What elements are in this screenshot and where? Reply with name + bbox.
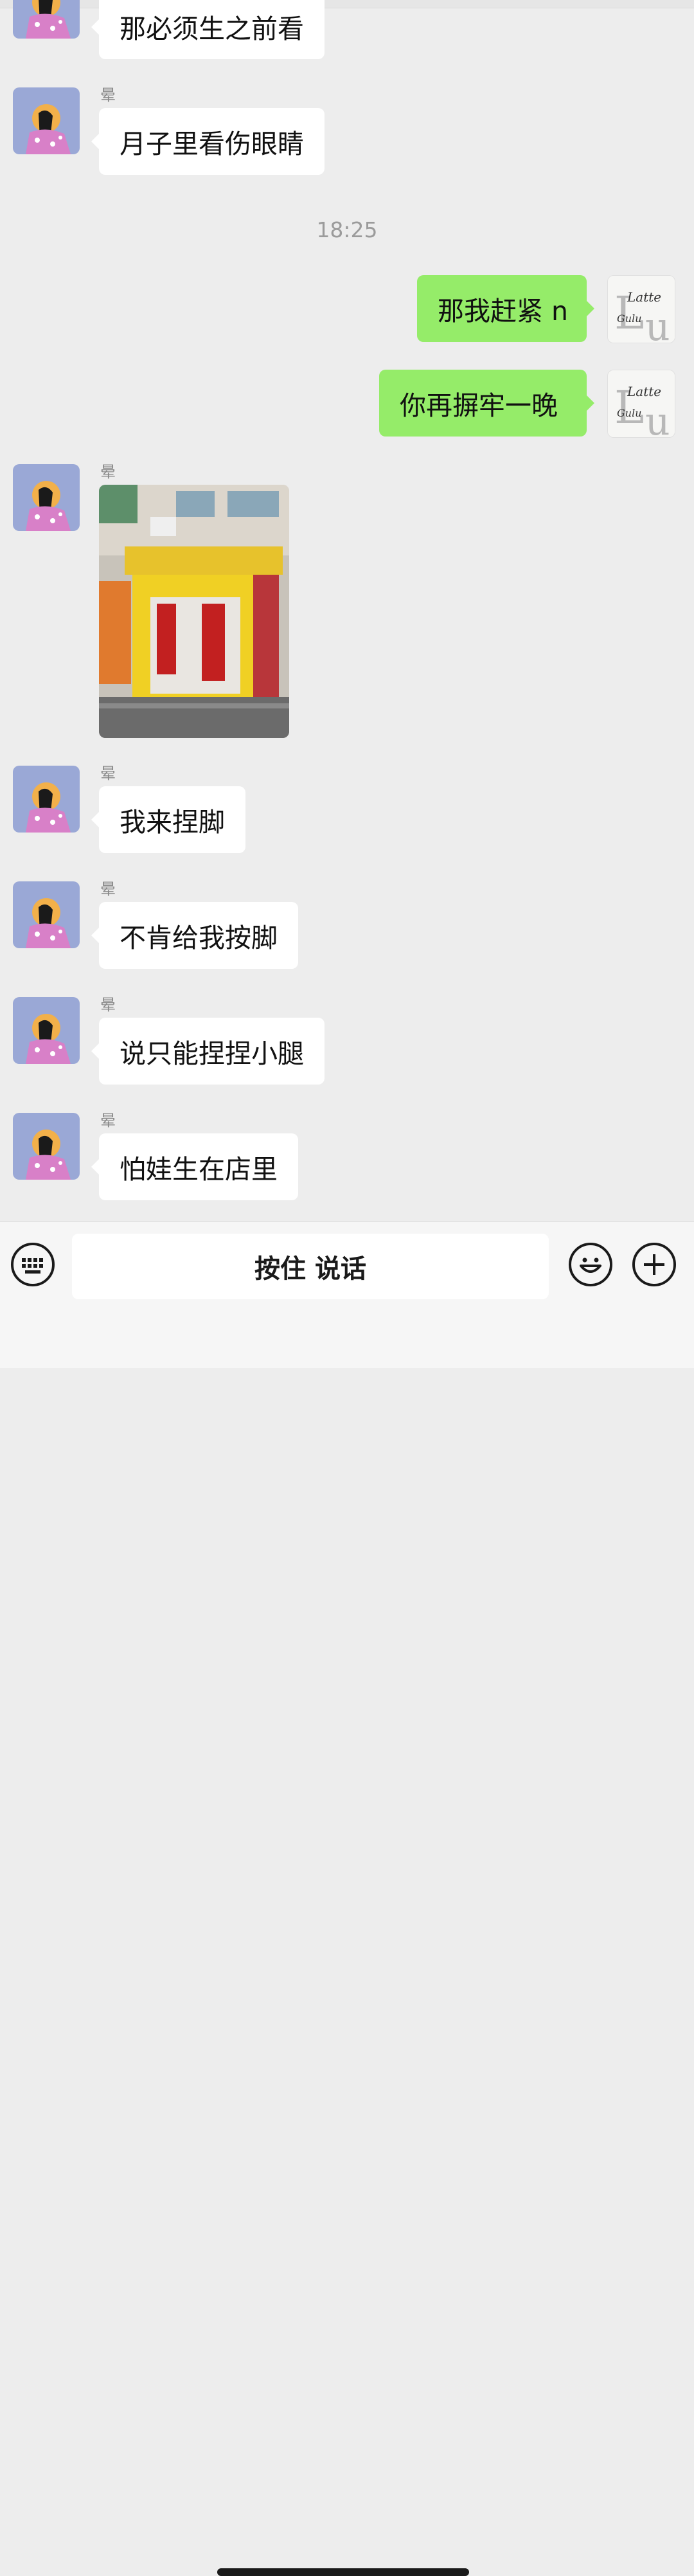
contact-avatar[interactable] [13, 464, 80, 531]
avatar-illustration [13, 881, 80, 948]
latte-gulu-logo-icon: L u Latte Gulu [608, 370, 675, 437]
plus-glyph [644, 1254, 664, 1275]
svg-text:Gulu: Gulu [617, 312, 642, 325]
hold-to-talk-button[interactable]: 按住 说话 [72, 1234, 549, 1299]
message-text: 说只能捏捏小腿 [120, 1038, 304, 1069]
emoji-glyph [580, 1257, 601, 1273]
storefront-photo [99, 485, 289, 738]
message-bubble-incoming[interactable]: 说只能捏捏小腿 [91, 1018, 325, 1085]
contact-avatar[interactable] [13, 1113, 80, 1180]
message-text: 那必须生之前看 [120, 14, 304, 44]
input-toolbar: 按住 说话 [0, 1221, 694, 2576]
contact-avatar[interactable] [13, 997, 80, 1064]
message-bubble-incoming[interactable]: 不肯给我按脚 [91, 902, 298, 969]
message-text: 月子里看伤眼睛 [120, 129, 304, 159]
contact-avatar[interactable] [13, 0, 80, 39]
message-text: 那我赶紧 n [438, 296, 569, 327]
message-bubble-incoming[interactable]: 我来捏脚 [91, 786, 245, 853]
keyboard-icon[interactable] [11, 1243, 55, 1286]
message-text: 怕娃生在店里 [120, 1154, 278, 1185]
sender-name: 晕 [100, 880, 116, 898]
contact-avatar[interactable] [13, 766, 80, 833]
home-indicator [217, 2568, 469, 2576]
my-avatar[interactable]: L u Latte Gulu [607, 370, 675, 438]
my-avatar[interactable]: L u Latte Gulu [607, 275, 675, 343]
message-text: 你再摒牢一晚 [400, 390, 558, 421]
emoji-icon[interactable] [569, 1243, 612, 1286]
svg-text:u: u [645, 305, 670, 343]
photo-message[interactable] [99, 485, 289, 738]
contact-avatar[interactable] [13, 881, 80, 948]
message-bubble-outgoing[interactable]: 你再摒牢一晚 [379, 370, 594, 437]
svg-text:u: u [645, 399, 670, 437]
sender-name: 晕 [100, 86, 116, 104]
message-bubble-incoming[interactable]: 怕娃生在店里 [91, 1133, 298, 1200]
chat-area[interactable]: 那必须生之前看 晕 月子里看伤眼睛 18:25 那我赶紧 n L u Latte… [0, 0, 694, 1221]
sender-name: 晕 [100, 764, 116, 782]
latte-gulu-logo-icon: L u Latte Gulu [608, 276, 675, 343]
sender-name: 晕 [100, 1112, 116, 1130]
sender-name: 晕 [100, 463, 116, 481]
svg-text:Gulu: Gulu [617, 407, 642, 419]
avatar-illustration [13, 0, 80, 39]
avatar-illustration [13, 997, 80, 1064]
message-text: 不肯给我按脚 [120, 923, 278, 953]
avatar-illustration [13, 87, 80, 154]
message-bubble-incoming[interactable]: 那必须生之前看 [91, 0, 325, 59]
sender-name: 晕 [100, 996, 116, 1014]
keyboard-glyph [22, 1258, 43, 1274]
svg-text:Latte: Latte [627, 384, 661, 399]
message-text: 我来捏脚 [120, 807, 225, 838]
avatar-illustration [13, 464, 80, 531]
chat-timestamp: 18:25 [316, 217, 378, 242]
plus-icon[interactable] [632, 1243, 676, 1286]
message-bubble-incoming[interactable]: 月子里看伤眼睛 [91, 108, 325, 175]
contact-avatar[interactable] [13, 87, 80, 154]
avatar-illustration [13, 766, 80, 833]
avatar-illustration [13, 1113, 80, 1180]
message-bubble-outgoing[interactable]: 那我赶紧 n [417, 275, 594, 342]
svg-text:Latte: Latte [627, 289, 661, 305]
